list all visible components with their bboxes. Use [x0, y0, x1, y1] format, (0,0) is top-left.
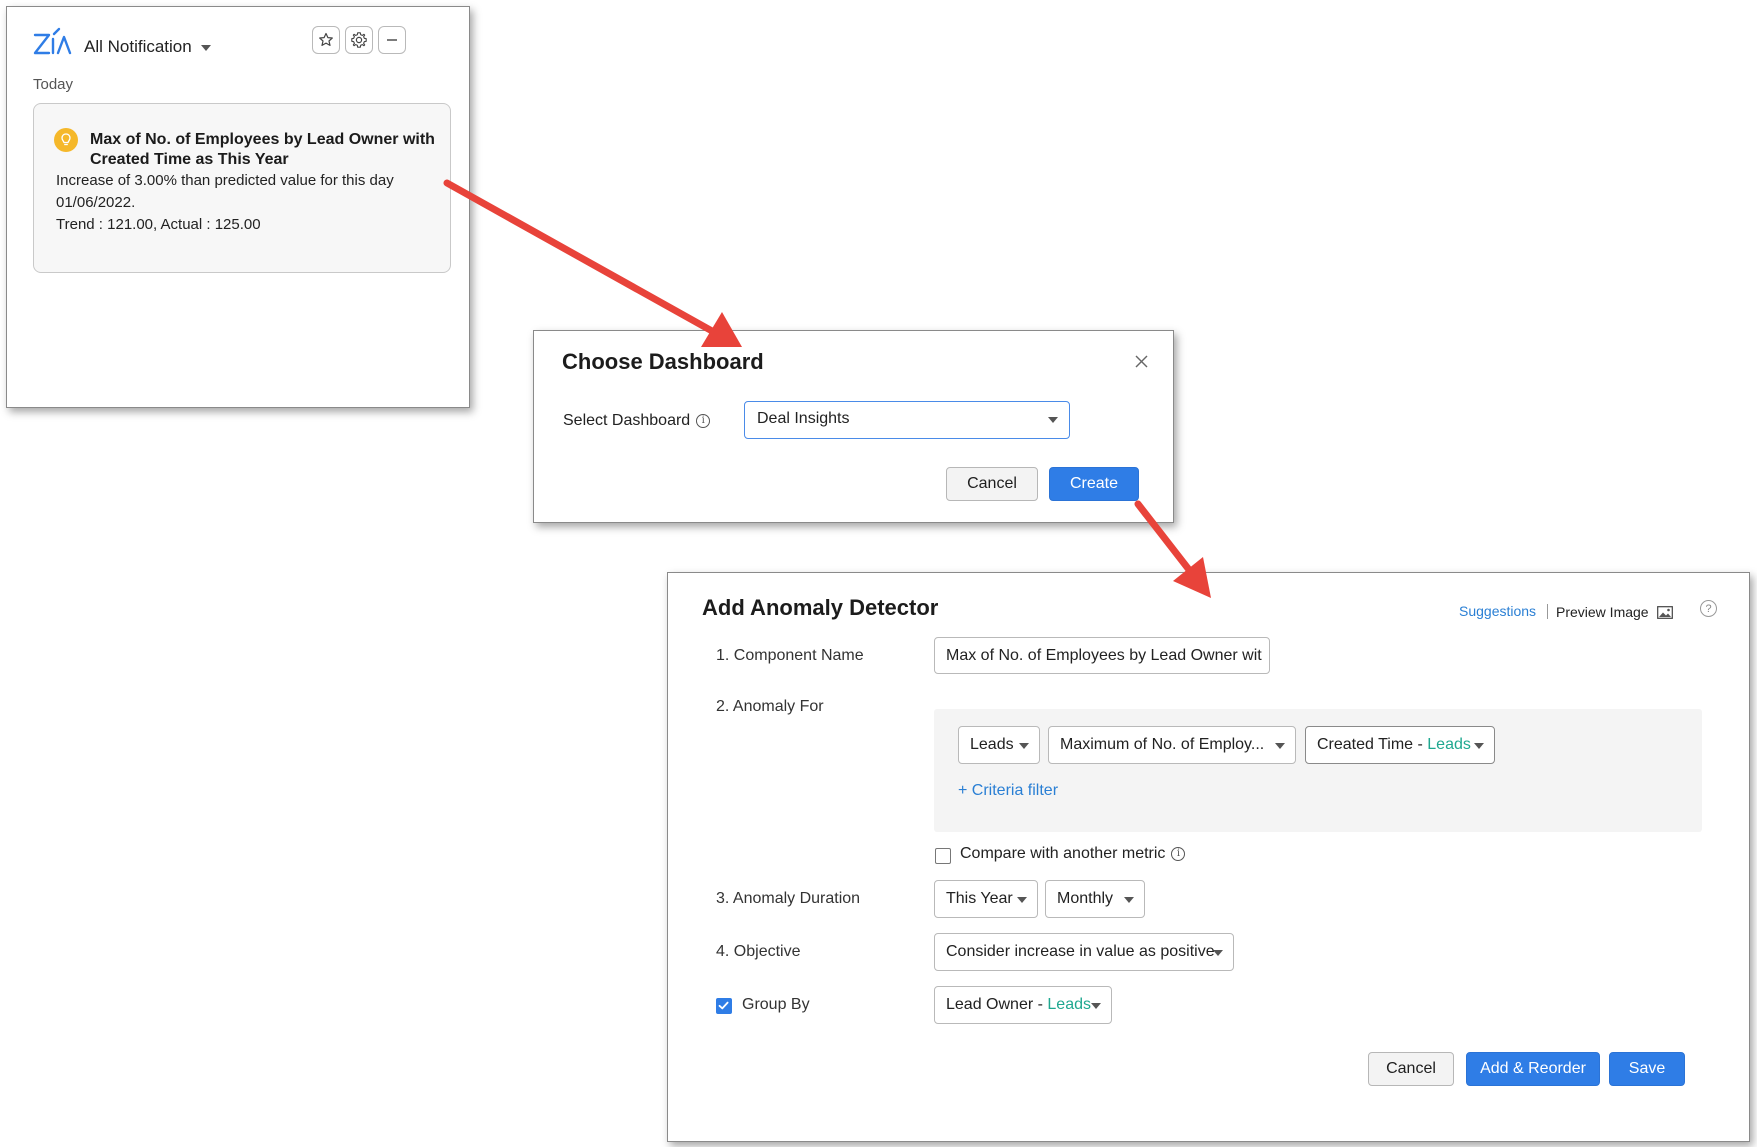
cancel-button[interactable]: Cancel	[1368, 1052, 1454, 1086]
criteria-filter-link[interactable]: + Criteria filter	[958, 782, 1058, 800]
group-field-value: Lead Owner -	[946, 996, 1048, 1013]
duration-select[interactable]: This Year	[934, 880, 1038, 918]
cancel-button[interactable]: Cancel	[946, 467, 1038, 501]
notification-card[interactable]: Max of No. of Employees by Lead Owner wi…	[33, 103, 451, 273]
anomaly-for-label: 2. Anomaly For	[716, 698, 824, 715]
chevron-down-icon	[1124, 897, 1134, 903]
notification-card-title: Max of No. of Employees by Lead Owner wi…	[90, 131, 435, 168]
dashboard-select[interactable]: Deal Insights	[744, 401, 1070, 439]
gear-icon	[351, 32, 367, 48]
dialog-title: Add Anomaly Detector	[702, 595, 939, 620]
group-by-select[interactable]: Lead Owner - Leads	[934, 986, 1112, 1024]
dialog-title: Choose Dashboard	[562, 349, 764, 374]
chevron-down-icon	[1213, 950, 1223, 956]
time-field-module: Leads	[1427, 736, 1471, 753]
image-icon	[1657, 606, 1674, 619]
save-button[interactable]: Save	[1609, 1052, 1685, 1086]
measure-select-value: Maximum of No. of Employ...	[1060, 736, 1265, 753]
objective-label: 4. Objective	[716, 943, 801, 960]
minimize-button[interactable]	[378, 26, 406, 54]
module-select[interactable]: Leads	[958, 726, 1040, 764]
time-field-select[interactable]: Created Time - Leads	[1305, 726, 1495, 764]
check-icon	[718, 1001, 729, 1010]
compare-label: Compare with another metric i	[960, 845, 1186, 863]
chevron-down-icon	[1019, 743, 1029, 749]
notification-filter-dropdown[interactable]: All Notification	[84, 37, 211, 57]
info-icon: i	[696, 413, 711, 428]
chevron-down-icon	[1091, 1003, 1101, 1009]
measure-select[interactable]: Maximum of No. of Employ...	[1048, 726, 1296, 764]
preview-image-link[interactable]: Preview Image	[1556, 604, 1674, 620]
chevron-down-icon	[1275, 743, 1285, 749]
compare-checkbox[interactable]	[935, 848, 951, 864]
anomaly-duration-label: 3. Anomaly Duration	[716, 890, 861, 907]
component-name-input[interactable]: Max of No. of Employees by Lead Owner wi…	[934, 637, 1270, 674]
interval-select[interactable]: Monthly	[1045, 880, 1145, 918]
suggestions-link[interactable]: Suggestions	[1459, 603, 1536, 619]
duration-select-value: This Year	[946, 890, 1013, 907]
chevron-down-icon	[200, 44, 211, 51]
select-dashboard-label-text: Select Dashboard	[563, 412, 691, 429]
create-button[interactable]: Create	[1049, 467, 1139, 501]
objective-select-value: Consider increase in value as positive	[946, 943, 1215, 960]
notification-card-values: Trend : 121.00, Actual : 125.00	[56, 216, 261, 233]
add-reorder-button[interactable]: Add & Reorder	[1466, 1052, 1600, 1086]
notification-card-line: Increase of 3.00% than predicted value f…	[56, 172, 394, 189]
chevron-down-icon	[1048, 417, 1058, 423]
settings-button[interactable]	[345, 26, 373, 54]
close-icon[interactable]	[1133, 353, 1151, 371]
star-button[interactable]	[312, 26, 340, 54]
dashboard-select-value: Deal Insights	[757, 410, 850, 427]
interval-select-value: Monthly	[1057, 890, 1114, 907]
group-by-label: Group By	[742, 996, 810, 1013]
compare-label-text: Compare with another metric	[960, 845, 1166, 862]
star-icon	[319, 32, 333, 46]
add-anomaly-detector-dialog: Add Anomaly Detector Suggestions Preview…	[667, 572, 1750, 1142]
time-field-value: Created Time -	[1317, 736, 1428, 753]
notification-card-date: 01/06/2022.	[56, 194, 136, 211]
group-field-module: Leads	[1047, 996, 1091, 1013]
chevron-down-icon	[1474, 743, 1484, 749]
group-by-checkbox[interactable]	[716, 998, 732, 1014]
choose-dashboard-dialog: Choose Dashboard Select Dashboard i Deal …	[533, 330, 1174, 523]
info-icon: i	[1171, 846, 1186, 861]
zia-logo-icon	[33, 27, 72, 55]
bulb-icon	[54, 128, 78, 152]
module-select-value: Leads	[970, 736, 1014, 753]
help-icon[interactable]: ?	[1700, 600, 1717, 617]
preview-image-label: Preview Image	[1556, 604, 1649, 620]
arrow-line	[443, 179, 716, 335]
section-today: Today	[33, 76, 74, 93]
notification-panel: All Notification Today Max of No. of Emp…	[6, 6, 470, 408]
chevron-down-icon	[1017, 897, 1027, 903]
select-dashboard-label: Select Dashboard i	[563, 412, 711, 430]
objective-select[interactable]: Consider increase in value as positive	[934, 933, 1234, 971]
component-name-label: 1. Component Name	[716, 647, 864, 664]
notification-title: All Notification	[84, 37, 192, 56]
minimize-icon	[387, 39, 397, 41]
divider	[1547, 604, 1548, 619]
